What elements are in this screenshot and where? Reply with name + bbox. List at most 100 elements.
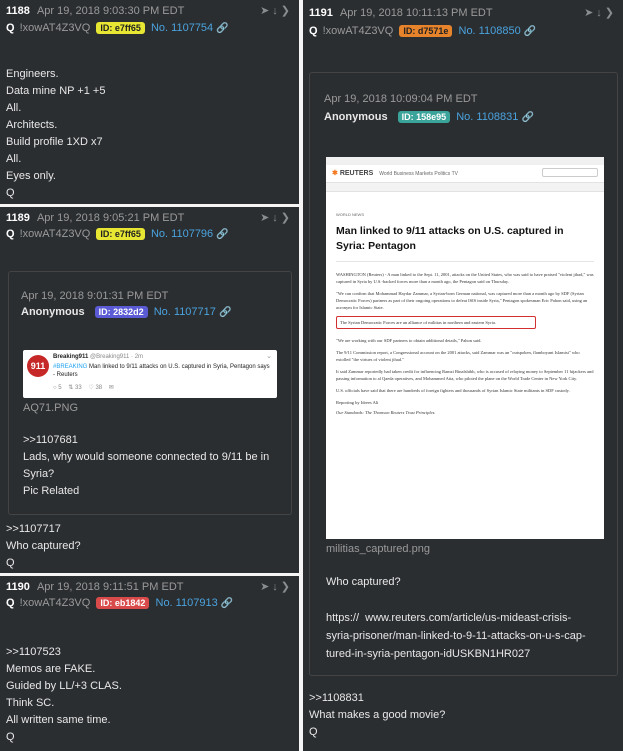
brand-name: REUTERS xyxy=(339,170,374,177)
post-actions: ➤↓❯ xyxy=(584,6,617,19)
post-1188: 1188 Apr 19, 2018 9:03:30 PM EDT ➤↓❯ Q !… xyxy=(0,0,299,204)
retweet-icon: ⇅ xyxy=(68,385,74,391)
tweet-hashtag: #BREAKING xyxy=(53,364,88,370)
article-body: WASHINGTON (Reuters) - A man linked to t… xyxy=(336,271,594,416)
author-name: Q xyxy=(6,22,15,34)
highlighted-paragraph: The Syrian Democratic Forces are an alli… xyxy=(336,316,536,329)
post-body: >>1107717 Who captured? Q xyxy=(6,523,81,569)
post-link[interactable]: No. 1108831 xyxy=(456,111,518,123)
id-badge[interactable]: ID: e7ff65 xyxy=(96,228,145,240)
quoted-post: Apr 19, 2018 9:01:31 PM EDT Anonymous ID… xyxy=(8,271,292,515)
post-header: 1191 Apr 19, 2018 10:11:13 PM EDT xyxy=(309,7,493,19)
download-icon[interactable]: ↓ xyxy=(272,5,281,17)
post-1189: 1189 Apr 19, 2018 9:05:21 PM EDT ➤↓❯ Q !… xyxy=(0,207,299,573)
quote-date: Apr 19, 2018 10:09:04 PM EDT xyxy=(324,93,478,105)
tweet-header: Breaking911 @Breaking911 · 2m xyxy=(53,354,143,360)
byline: Reporting by Idrees Ali xyxy=(336,400,379,405)
post-date: Apr 19, 2018 10:11:13 PM EDT xyxy=(339,7,493,19)
link-icon[interactable]: 🔗 xyxy=(524,26,536,37)
tweet-text: #BREAKING Man linked to 9/11 attacks on … xyxy=(53,363,273,379)
goto-icon[interactable]: ❯ xyxy=(281,581,293,593)
goto-icon[interactable]: ❯ xyxy=(281,212,293,224)
id-badge[interactable]: ID: eb1842 xyxy=(96,597,150,609)
standards-footer: Our Standards: The Thomson Reuters Trust… xyxy=(336,410,436,415)
post-link[interactable]: No. 1107796 xyxy=(151,228,213,240)
post-body: Engineers. Data mine NP +1 +5 All. Archi… xyxy=(6,68,106,199)
link-icon[interactable]: 🔗 xyxy=(219,307,231,318)
post-date: Apr 19, 2018 9:03:30 PM EDT xyxy=(36,5,185,17)
left-column: 1188 Apr 19, 2018 9:03:30 PM EDT ➤↓❯ Q !… xyxy=(0,0,299,751)
site-topbar xyxy=(326,157,604,165)
post-date: Apr 19, 2018 9:05:21 PM EDT xyxy=(36,212,185,224)
sub-nav xyxy=(326,182,604,192)
link-icon[interactable]: 🔗 xyxy=(216,229,228,240)
download-icon[interactable]: ↓ xyxy=(272,581,281,593)
reuters-dot-icon: ✱ xyxy=(332,170,338,177)
author-name: Q xyxy=(6,597,15,609)
share-icon[interactable]: ➤ xyxy=(260,212,272,224)
paragraph: U.S. officials have said that there are … xyxy=(336,388,570,393)
author-name: Q xyxy=(6,228,15,240)
post-author-line: Q !xowAT4Z3VQ ID: eb1842 No. 1107913 🔗 xyxy=(6,597,233,609)
post-header: 1189 Apr 19, 2018 9:05:21 PM EDT xyxy=(6,212,184,224)
share-icon[interactable]: ➤ xyxy=(260,581,272,593)
share-icon[interactable]: ➤ xyxy=(584,7,596,19)
quote-body: >>1107681 Lads, why would someone connec… xyxy=(23,434,270,497)
reply-count: 5 xyxy=(58,385,62,391)
reuters-logo: ✱ REUTERS World Business Markets Politic… xyxy=(332,169,458,177)
post-number: 1189 xyxy=(6,212,30,224)
post-body: >>1107523 Memos are FAKE. Guided by LL/+… xyxy=(6,646,122,743)
tripcode: !xowAT4Z3VQ xyxy=(322,25,394,37)
paragraph: "We can confirm that Mohammad Haydar Zam… xyxy=(336,291,588,310)
author-name: Q xyxy=(309,25,318,37)
quote-author: Anonymous xyxy=(324,111,388,123)
link-icon[interactable]: 🔗 xyxy=(521,112,533,123)
post-number: 1191 xyxy=(309,7,333,19)
post-author-line: Q !xowAT4Z3VQ ID: d7571e No. 1108850 🔗 xyxy=(309,25,536,37)
post-header: 1188 Apr 19, 2018 9:03:30 PM EDT xyxy=(6,5,184,17)
post-1191: 1191 Apr 19, 2018 10:11:13 PM EDT ➤↓❯ Q … xyxy=(303,0,623,751)
post-link[interactable]: No. 1107717 xyxy=(154,306,216,318)
divider xyxy=(336,261,594,262)
heart-icon: ♡ xyxy=(88,385,94,391)
post-author-line: Q !xowAT4Z3VQ ID: e7ff65 No. 1107796 🔗 xyxy=(6,228,229,240)
mail-icon: ✉ xyxy=(108,385,114,391)
tweet-image[interactable]: 911 Breaking911 @Breaking911 · 2m ⌄ #BRE… xyxy=(23,350,277,398)
id-badge[interactable]: ID: e7ff65 xyxy=(96,22,145,34)
post-date: Apr 19, 2018 9:11:51 PM EDT xyxy=(36,581,184,593)
post-actions: ➤↓❯ xyxy=(260,580,293,593)
post-1190: 1190 Apr 19, 2018 9:11:51 PM EDT ➤↓❯ Q !… xyxy=(0,576,299,751)
tweet-handle: @Breaking911 · 2m xyxy=(90,354,144,360)
article-section: WORLD NEWS xyxy=(336,212,364,217)
id-badge[interactable]: ID: d7571e xyxy=(399,25,453,37)
quote-body: Who captured? https:// www.reuters.com/a… xyxy=(326,576,586,660)
post-number: 1188 xyxy=(6,5,30,17)
tripcode: !xowAT4Z3VQ xyxy=(19,597,91,609)
quote-author-line: Anonymous ID: 2832d2 No. 1107717 🔗 xyxy=(21,306,231,318)
goto-icon[interactable]: ❯ xyxy=(605,7,617,19)
quote-date: Apr 19, 2018 9:01:31 PM EDT xyxy=(21,290,169,302)
link-icon[interactable]: 🔗 xyxy=(221,598,233,609)
post-link[interactable]: No. 1107754 xyxy=(151,22,213,34)
download-icon[interactable]: ↓ xyxy=(272,212,281,224)
image-filename[interactable]: militias_captured.png xyxy=(326,543,430,555)
goto-icon[interactable]: ❯ xyxy=(281,5,293,17)
paragraph: It said Zammar reportedly had taken cred… xyxy=(336,369,594,381)
link-icon[interactable]: 🔗 xyxy=(216,23,228,34)
download-icon[interactable]: ↓ xyxy=(596,7,605,19)
id-badge[interactable]: ID: 158e95 xyxy=(397,111,451,123)
retweet-count: 33 xyxy=(75,385,82,391)
post-author-line: Q !xowAT4Z3VQ ID: e7ff65 No. 1107754 🔗 xyxy=(6,22,229,34)
image-filename[interactable]: AQ71.PNG xyxy=(23,402,78,414)
avatar: 911 xyxy=(27,355,49,377)
post-link[interactable]: No. 1108850 xyxy=(459,25,521,37)
article-screenshot[interactable]: ✱ REUTERS World Business Markets Politic… xyxy=(326,157,604,539)
post-body: >>1108831 What makes a good movie? Q xyxy=(309,692,446,738)
like-count: 38 xyxy=(95,385,103,391)
paragraph: "We are working with our SDF partners to… xyxy=(336,338,482,343)
id-badge[interactable]: ID: 2832d2 xyxy=(94,306,148,318)
post-link[interactable]: No. 1107913 xyxy=(156,597,218,609)
share-icon[interactable]: ➤ xyxy=(260,5,272,17)
paragraph: WASHINGTON (Reuters) - A man linked to t… xyxy=(336,272,594,284)
tripcode: !xowAT4Z3VQ xyxy=(19,228,91,240)
